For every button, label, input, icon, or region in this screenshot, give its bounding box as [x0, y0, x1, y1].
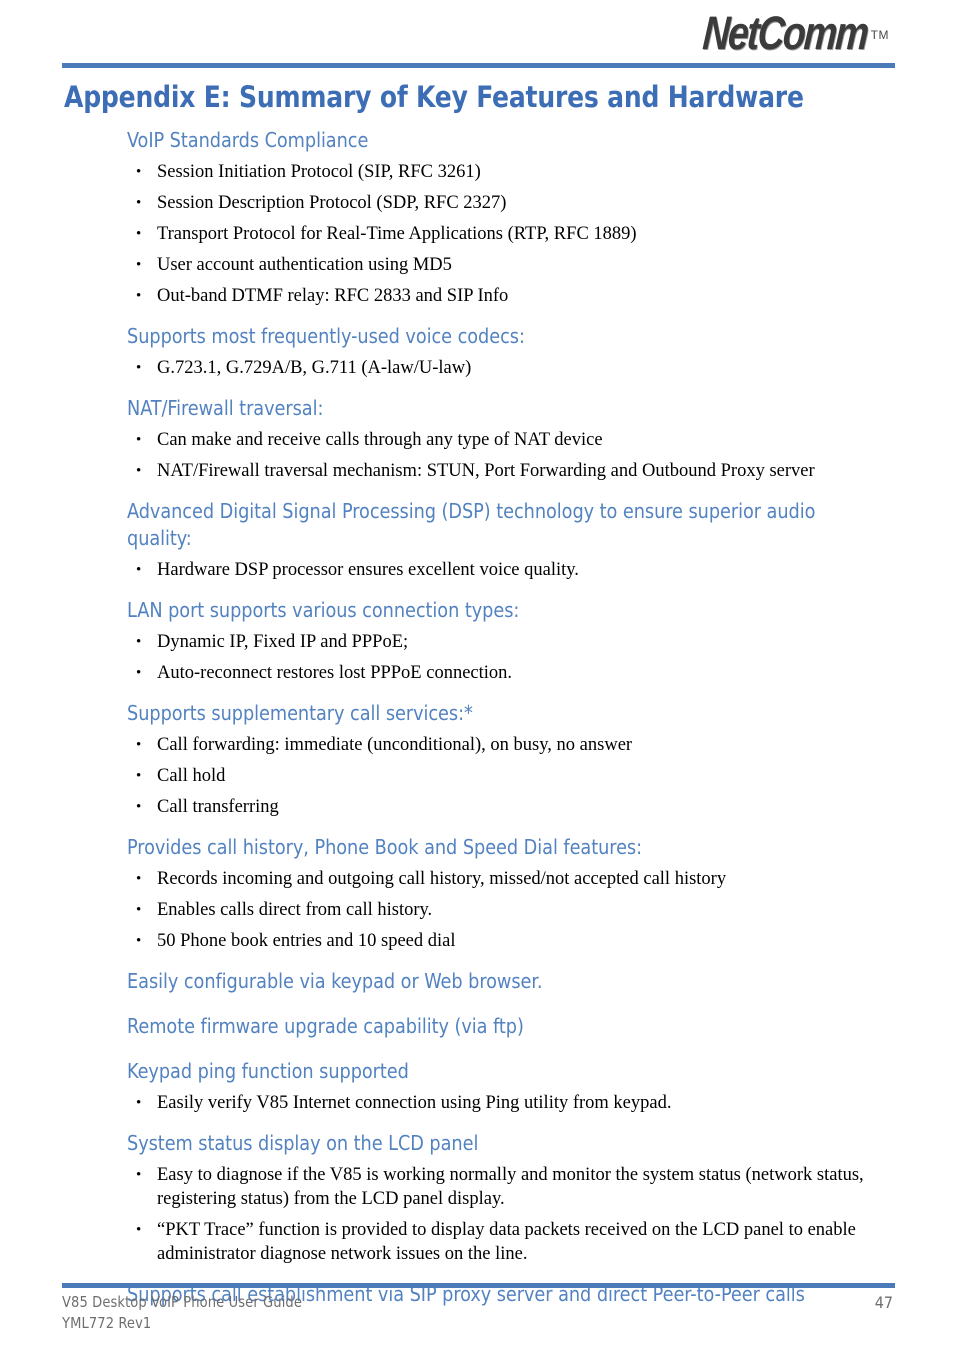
section-heading: Easily configurable via keypad or Web br…: [127, 969, 543, 993]
list-item: Call hold: [127, 764, 895, 788]
section-heading: Advanced Digital Signal Processing (DSP)…: [127, 499, 816, 550]
footer-divider-rule: [62, 1283, 895, 1288]
list-item: User account authentication using MD5: [127, 253, 895, 277]
bullet-list: Session Initiation Protocol (SIP, RFC 32…: [127, 160, 895, 308]
bullet-list: G.723.1, G.729A/B, G.711 (A-law/U-law): [127, 356, 895, 380]
bullet-list: Records incoming and outgoing call histo…: [127, 867, 895, 953]
section-heading: Keypad ping function supported: [127, 1059, 409, 1083]
list-item: Call forwarding: immediate (unconditiona…: [127, 733, 895, 757]
bullet-list: Easily verify V85 Internet connection us…: [127, 1091, 895, 1115]
brand-logo: NetComm TM: [62, 6, 895, 59]
content-body: VoIP Standards Compliance Session Initiat…: [127, 127, 895, 1308]
trademark-icon: TM: [870, 28, 889, 42]
list-item: “PKT Trace” function is provided to disp…: [127, 1218, 895, 1266]
list-item: NAT/Firewall traversal mechanism: STUN, …: [127, 459, 895, 483]
list-item: Hardware DSP processor ensures excellent…: [127, 558, 895, 582]
list-item: 50 Phone book entries and 10 speed dial: [127, 929, 895, 953]
list-item: Dynamic IP, Fixed IP and PPPoE;: [127, 630, 895, 654]
list-item: Auto-reconnect restores lost PPPoE conne…: [127, 661, 895, 685]
page-title: Appendix E: Summary of Key Features and …: [64, 80, 804, 114]
bullet-list: Dynamic IP, Fixed IP and PPPoE; Auto-reco…: [127, 630, 895, 685]
page-footer: V85 Desktop VoIP Phone User Guide YML772…: [62, 1292, 895, 1342]
footer-guide-name: V85 Desktop VoIP Phone User Guide YML772…: [62, 1292, 302, 1334]
section-heading: Provides call history, Phone Book and Sp…: [127, 835, 643, 859]
header-divider-rule: [62, 63, 895, 68]
list-item: Session Description Protocol (SDP, RFC 2…: [127, 191, 895, 215]
list-item: Easy to diagnose if the V85 is working n…: [127, 1163, 895, 1211]
section-heading: Supports supplementary call services:*: [127, 701, 473, 725]
section-heading: System status display on the LCD panel: [127, 1131, 479, 1155]
section-heading: VoIP Standards Compliance: [127, 128, 369, 152]
section-heading: Remote firmware upgrade capability (via …: [127, 1014, 524, 1038]
bullet-list: Easy to diagnose if the V85 is working n…: [127, 1163, 895, 1266]
netcomm-logo-text: NetComm: [701, 6, 869, 59]
list-item: Call transferring: [127, 795, 895, 819]
list-item: Can make and receive calls through any t…: [127, 428, 895, 452]
section-heading: LAN port supports various connection typ…: [127, 598, 520, 622]
section-heading: Supports most frequently-used voice code…: [127, 324, 525, 348]
bullet-list: Hardware DSP processor ensures excellent…: [127, 558, 895, 582]
footer-line-1: V85 Desktop VoIP Phone User Guide: [62, 1293, 302, 1311]
list-item: Transport Protocol for Real-Time Applica…: [127, 222, 895, 246]
list-item: G.723.1, G.729A/B, G.711 (A-law/U-law): [127, 356, 895, 380]
page-number: 47: [874, 1293, 893, 1312]
footer-line-2: YML772 Rev1: [62, 1314, 152, 1332]
bullet-list: Can make and receive calls through any t…: [127, 428, 895, 483]
list-item: Out-band DTMF relay: RFC 2833 and SIP In…: [127, 284, 895, 308]
list-item: Enables calls direct from call history.: [127, 898, 895, 922]
list-item: Records incoming and outgoing call histo…: [127, 867, 895, 891]
section-heading: NAT/Firewall traversal:: [127, 396, 324, 420]
document-page: NetComm TM Appendix E: Summary of Key Fe…: [0, 0, 954, 1354]
list-item: Session Initiation Protocol (SIP, RFC 32…: [127, 160, 895, 184]
bullet-list: Call forwarding: immediate (unconditiona…: [127, 733, 895, 819]
list-item: Easily verify V85 Internet connection us…: [127, 1091, 895, 1115]
